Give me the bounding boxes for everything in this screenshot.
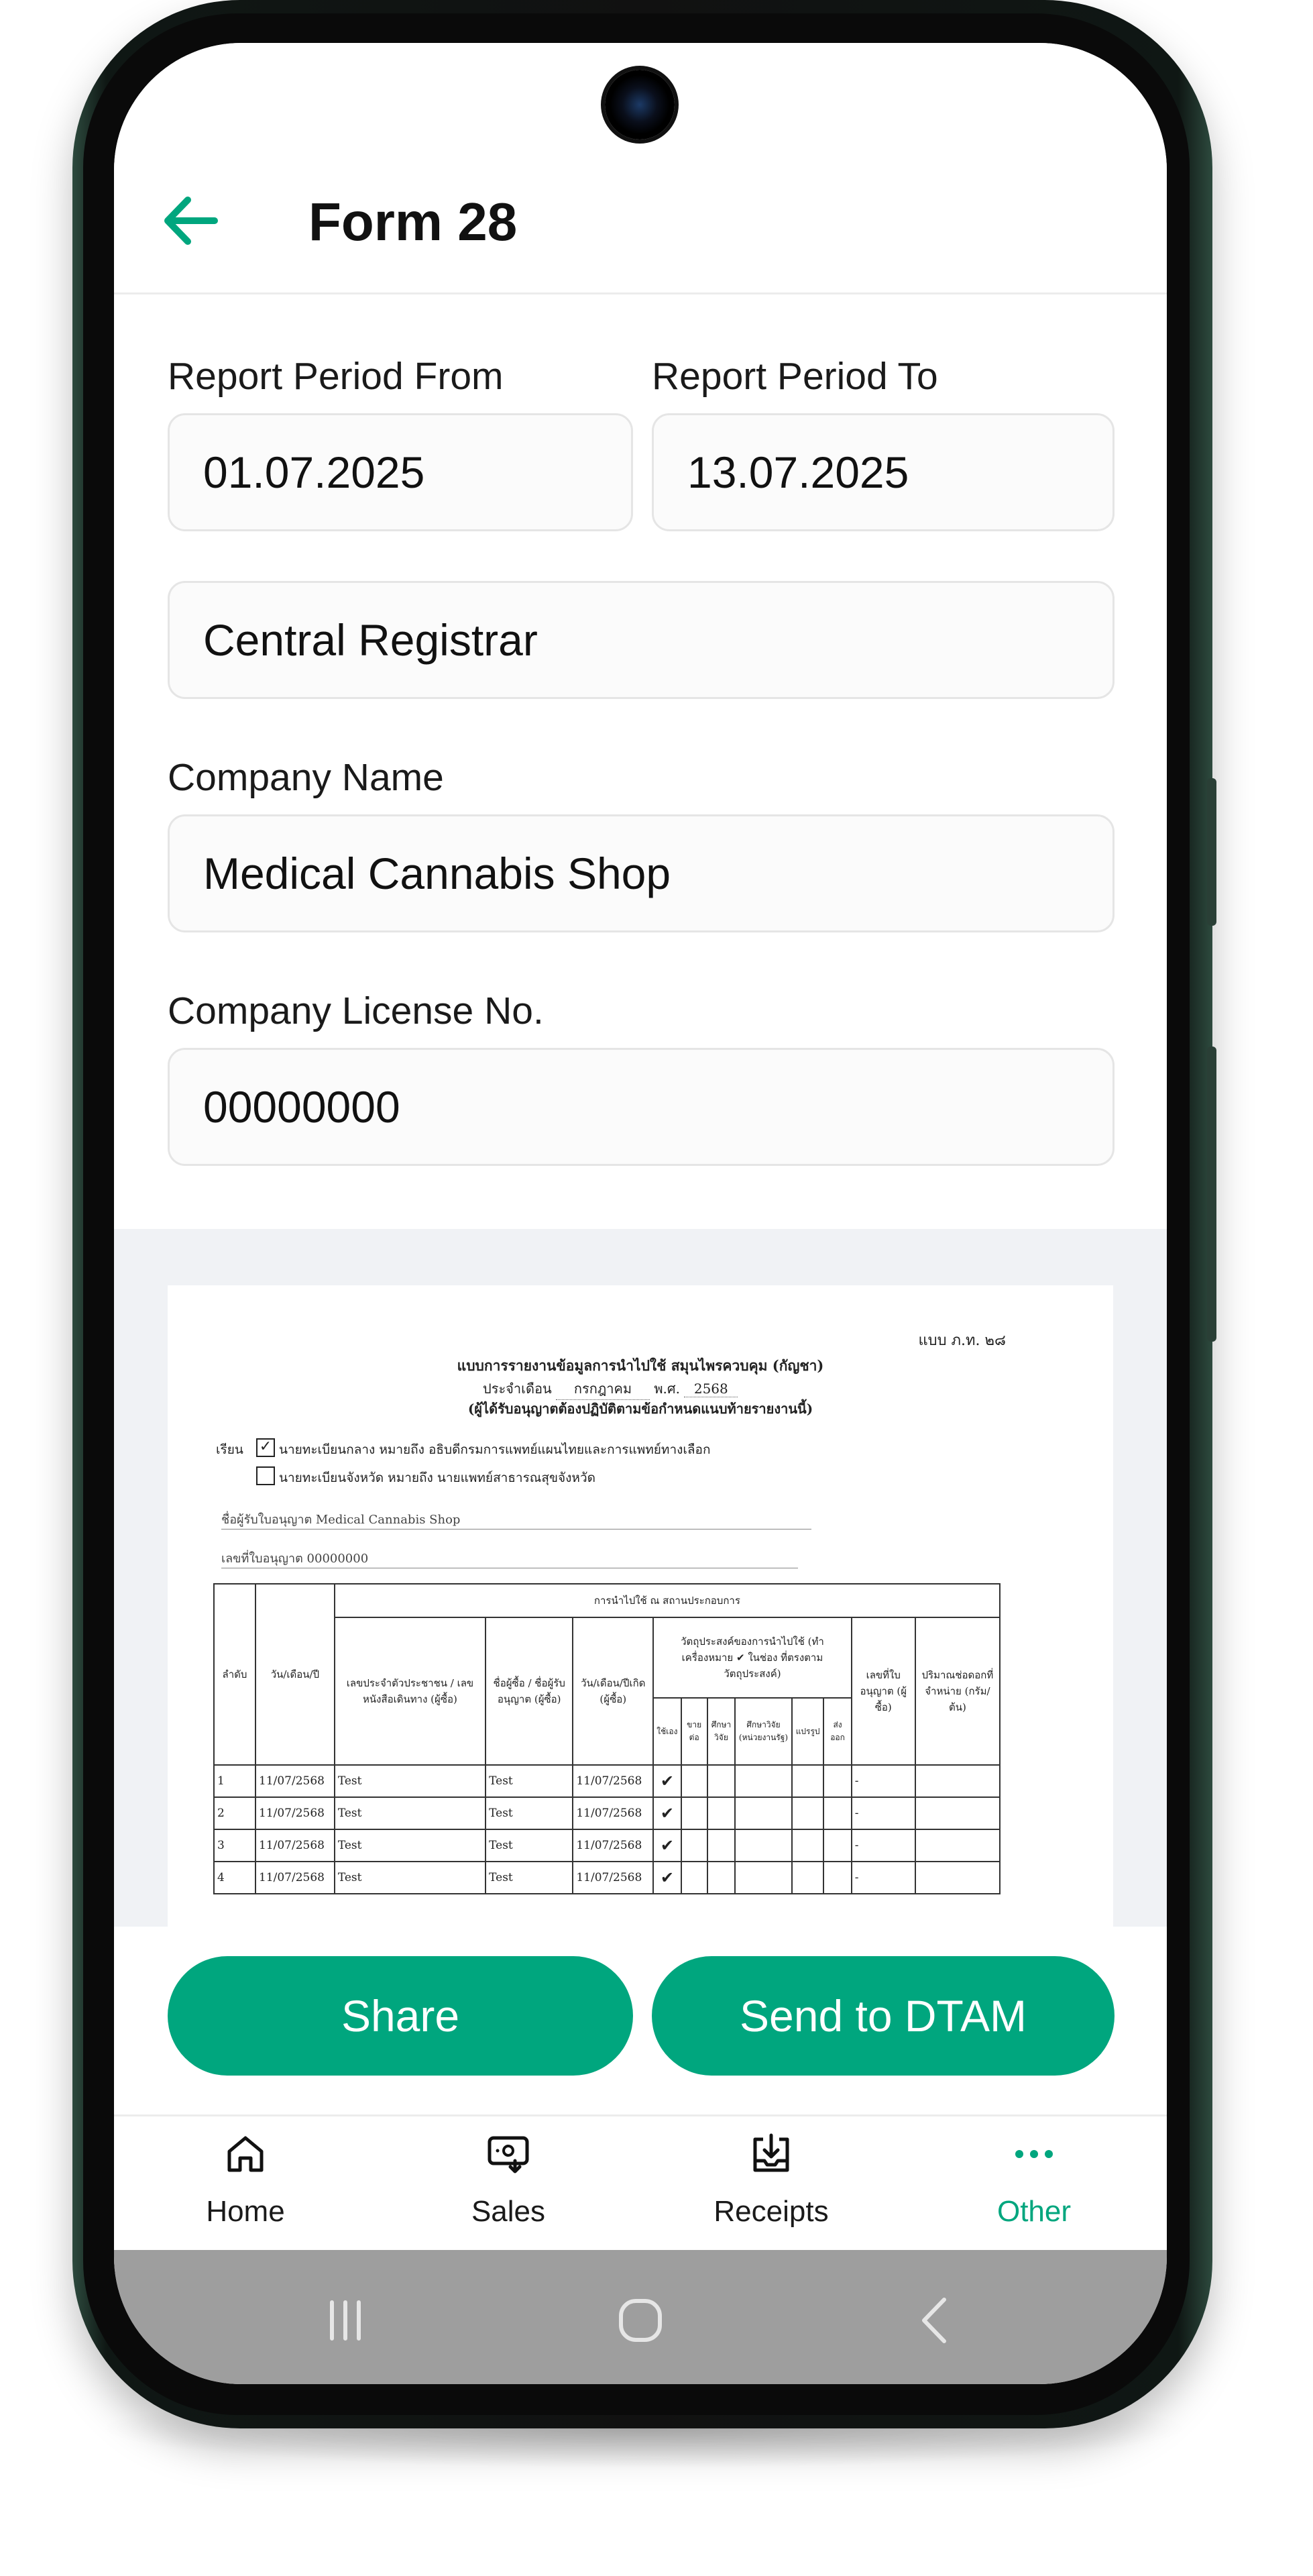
company-name-label: Company Name	[168, 756, 444, 799]
doc-option-central: นายทะเบียนกลาง หมายถึง อธิบดีกรมการแพทย์…	[279, 1442, 711, 1457]
col-purpose-process: แปรรูป	[791, 1697, 825, 1766]
cell-no: 2	[213, 1796, 256, 1830]
bottom-nav: Home Sales Receipts Other	[114, 2114, 1167, 2251]
cell-dob: 11/07/2568	[572, 1796, 654, 1830]
table-row: 4 11/07/2568 Test Test 11/07/2568 ✔ -	[213, 1861, 1001, 1894]
period-to-field[interactable]: 13.07.2025	[652, 413, 1115, 531]
document-preview[interactable]: แบบ ภ.ท. ๒๘ แบบการรายงานข้อมูลการนำไปใช้…	[168, 1285, 1113, 1927]
cell-purpose-self: ✔	[652, 1796, 682, 1830]
cell-no: 4	[213, 1861, 256, 1894]
cell-date: 11/07/2568	[255, 1861, 335, 1894]
col-usage-group: การนำไปใช้ ณ สถานประกอบการ	[333, 1583, 1001, 1618]
cell-dob: 11/07/2568	[572, 1829, 654, 1862]
doc-to-label: เรียน	[216, 1442, 243, 1457]
page-title: Form 28	[308, 192, 518, 252]
doc-license-line: เลขที่ใบอนุญาต 00000000	[221, 1548, 798, 1568]
col-quantity: ปริมาณช่อดอกที่จำหน่าย (กรัม/ต้น)	[914, 1617, 1001, 1766]
nav-item-receipts[interactable]: Receipts	[640, 2116, 903, 2251]
cell-no: 1	[213, 1764, 256, 1798]
col-no: ลำดับ	[213, 1583, 256, 1766]
cell-id: Test	[333, 1861, 487, 1894]
cell-purpose-self: ✔	[652, 1829, 682, 1862]
nav-item-other[interactable]: Other	[903, 2116, 1165, 2251]
col-purpose-research-gov: ศึกษาวิจัย (หน่วยงานรัฐ)	[734, 1697, 793, 1766]
cell-name: Test	[485, 1796, 574, 1830]
doc-report-table: ลำดับ วัน/เดือน/ปี การนำไปใช้ ณ สถานประก…	[213, 1583, 1001, 1894]
system-nav-bar	[114, 2250, 1167, 2384]
doc-form-code: แบบ ภ.ท. ๒๘	[918, 1332, 1006, 1349]
col-license-no: เลขที่ใบอนุญาต (ผู้ซื้อ)	[850, 1617, 916, 1766]
more-dots-icon	[1015, 2150, 1053, 2158]
nav-label-home: Home	[206, 2195, 285, 2228]
col-purpose-research: ศึกษาวิจัย	[706, 1697, 736, 1766]
cell-id: Test	[333, 1829, 487, 1862]
cell-name: Test	[485, 1861, 574, 1894]
period-from-label: Report Period From	[168, 355, 504, 398]
period-to-label: Report Period To	[652, 355, 938, 398]
nav-label-sales: Sales	[471, 2195, 546, 2228]
period-from-field[interactable]: 01.07.2025	[168, 413, 633, 531]
col-purpose-group: วัตถุประสงค์ของการนำไปใช้ (ทำเครื่องหมาย…	[652, 1617, 852, 1699]
front-camera	[605, 70, 675, 140]
share-button[interactable]: Share	[168, 1956, 633, 2076]
doc-licensee-line: ชื่อผู้รับใบอนุญาต Medical Cannabis Shop	[221, 1509, 811, 1529]
doc-instruction: (ผู้ได้รับอนุญาตต้องปฏิบัติตามข้อกำหนดแน…	[467, 1401, 813, 1417]
nav-label-other: Other	[996, 2195, 1072, 2228]
cell-no: 3	[213, 1829, 256, 1862]
col-purpose-resale: ขายต่อ	[680, 1697, 708, 1766]
app-screen: Form 28 Report Period From 01.07.2025 Re…	[114, 43, 1167, 2384]
table-row: 1 11/07/2568 Test Test 11/07/2568 ✔ -	[213, 1764, 1001, 1798]
cell-license: -	[850, 1829, 916, 1862]
nav-label-receipts: Receipts	[713, 2195, 829, 2228]
cell-name: Test	[485, 1829, 574, 1862]
nav-item-sales[interactable]: Sales	[377, 2116, 640, 2251]
cell-license: -	[850, 1861, 916, 1894]
receipts-icon	[753, 2133, 789, 2172]
col-purpose-self: ใช้เอง	[652, 1697, 682, 1766]
table-row: 2 11/07/2568 Test Test 11/07/2568 ✔ -	[213, 1796, 1001, 1830]
company-name-field[interactable]: Medical Cannabis Shop	[168, 814, 1115, 932]
doc-option-provincial: นายทะเบียนจังหวัด หมายถึง นายแพทย์สาธารณ…	[279, 1470, 595, 1485]
doc-period: ประจำเดือน กรกฎาคม พ.ศ. 2568	[483, 1378, 738, 1400]
license-label: Company License No.	[168, 989, 544, 1032]
home-circle-icon[interactable]	[610, 2290, 671, 2351]
doc-checkbox-provincial	[256, 1466, 275, 1485]
cell-date: 11/07/2568	[255, 1829, 335, 1862]
cell-purpose-self: ✔	[652, 1764, 682, 1798]
cell-id: Test	[333, 1764, 487, 1798]
cell-license: -	[850, 1796, 916, 1830]
registrar-field[interactable]: Central Registrar	[168, 581, 1115, 699]
doc-checkbox-central: ✓	[256, 1438, 275, 1457]
doc-title: แบบการรายงานข้อมูลการนำไปใช้ สมุนไพรควบค…	[457, 1357, 824, 1374]
nav-item-home[interactable]: Home	[114, 2116, 377, 2251]
cell-dob: 11/07/2568	[572, 1764, 654, 1798]
sales-icon	[488, 2136, 529, 2174]
home-icon	[227, 2136, 264, 2172]
col-buyer-name: ชื่อผู้ซื้อ / ชื่อผู้รับอนุญาต (ผู้ซื้อ)	[485, 1617, 574, 1766]
cell-date: 11/07/2568	[255, 1764, 335, 1798]
back-chevron-icon[interactable]	[905, 2290, 966, 2351]
send-to-dtam-button[interactable]: Send to DTAM	[652, 1956, 1115, 2076]
col-birth-date: วัน/เดือน/ปีเกิด (ผู้ซื้อ)	[572, 1617, 654, 1766]
cell-id: Test	[333, 1796, 487, 1830]
recent-apps-icon[interactable]	[315, 2290, 376, 2351]
license-field[interactable]: 00000000	[168, 1048, 1115, 1166]
power-button	[1207, 1046, 1216, 1342]
cell-license: -	[850, 1764, 916, 1798]
cell-date: 11/07/2568	[255, 1796, 335, 1830]
cell-purpose-self: ✔	[652, 1861, 682, 1894]
cell-dob: 11/07/2568	[572, 1861, 654, 1894]
cell-name: Test	[485, 1764, 574, 1798]
volume-button	[1207, 778, 1216, 926]
col-id-no: เลขประจำตัวประชาชน / เลขหนังสือเดินทาง (…	[333, 1617, 487, 1766]
table-row: 3 11/07/2568 Test Test 11/07/2568 ✔ -	[213, 1829, 1001, 1862]
arrow-left-icon	[164, 197, 218, 245]
col-date: วัน/เดือน/ปี	[255, 1583, 335, 1766]
col-purpose-export: ส่งออก	[823, 1697, 852, 1766]
back-button[interactable]	[154, 184, 228, 258]
